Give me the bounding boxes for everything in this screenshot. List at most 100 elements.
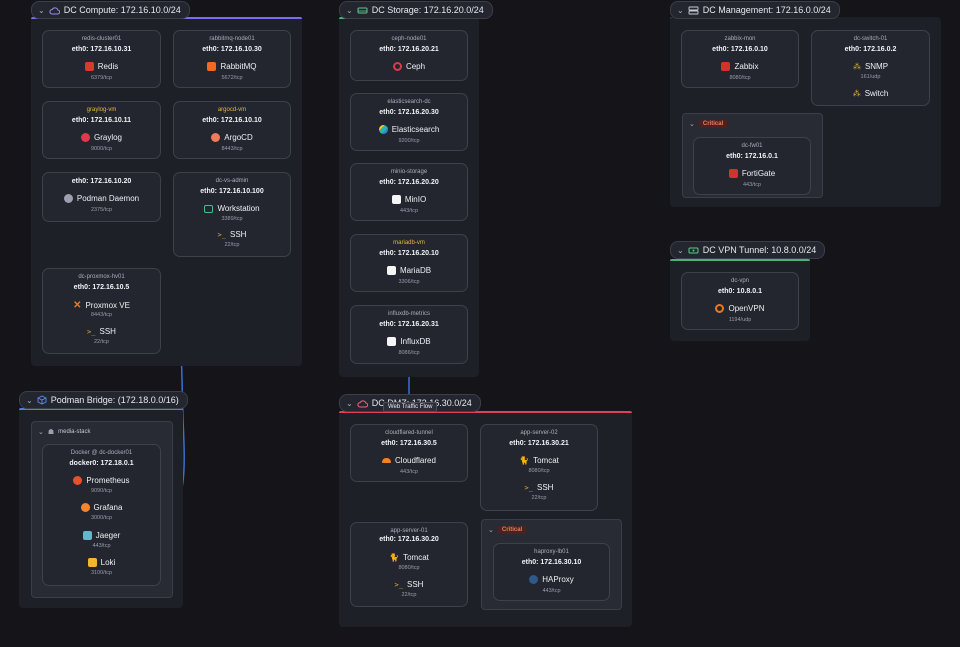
service-grafana[interactable]: Grafana <box>43 503 160 512</box>
node-ceph-node01[interactable]: ceph-node01 eth0: 172.16.20.21 Ceph <box>350 30 468 81</box>
chevron-down-icon[interactable]: ⌄ <box>38 6 45 15</box>
node-dc-proxmox-hv01[interactable]: dc-proxmox-hv01 eth0: 172.16.10.5 ✕ Proxm… <box>42 268 161 354</box>
zone-header-podman-bridge[interactable]: ⌄ Podman Bridge: (172.18.0.0/16) <box>19 391 188 409</box>
hostname: dc-vs-admin <box>215 178 249 184</box>
node-zabbix-mon[interactable]: zabbix-mon eth0: 172.16.0.10 Zabbix 8080… <box>681 30 799 88</box>
service-fortigate[interactable]: FortiGate <box>694 169 810 178</box>
ip-address: eth0: 172.16.20.21 <box>379 46 439 53</box>
node-graylog-vm[interactable]: graylog-vm eth0: 172.16.10.11 Graylog 90… <box>42 101 161 159</box>
service-cloudflared[interactable]: Cloudflared <box>351 456 467 465</box>
service-workstation[interactable]: Workstation <box>174 204 290 213</box>
chevron-down-icon[interactable]: ⌄ <box>346 6 353 15</box>
service-zabbix[interactable]: Zabbix <box>682 62 798 71</box>
hostname: influxdb-metrics <box>387 311 430 317</box>
ip-address: eth0: 172.16.30.20 <box>379 536 439 543</box>
node-podman-daemon[interactable]: eth0: 172.16.10.20 Podman Daemon 2375/tc… <box>42 172 161 222</box>
node-dc-fw01[interactable]: dc-fw01 eth0: 172.16.0.1 FortiGate 443/t… <box>693 137 811 195</box>
zone-header-dc-vpn[interactable]: ⌄ DC VPN Tunnel: 10.8.0.0/24 <box>670 241 826 259</box>
port: 2375/tcp <box>90 207 113 213</box>
service-label: SSH <box>99 327 116 336</box>
ip-address: eth0: 172.16.10.20 <box>71 178 132 185</box>
service-argocd[interactable]: ArgoCD <box>174 133 290 142</box>
server-icon <box>688 6 699 14</box>
service-podman[interactable]: Podman Daemon <box>43 194 160 203</box>
service-label: SSH <box>406 580 424 589</box>
chevron-down-icon[interactable]: ⌄ <box>689 120 695 128</box>
service-label: HAProxy <box>542 575 574 584</box>
service-ssh[interactable]: >_ SSH <box>174 230 290 239</box>
zone-title: DC Storage: 172.16.20.0/24 <box>371 5 484 15</box>
node-dc-vpn[interactable]: dc-vpn eth0: 10.8.0.1 OpenVPN 1194/udp <box>681 272 799 330</box>
service-tomcat[interactable]: 🐈 Tomcat <box>351 553 467 562</box>
zone-header-dc-storage[interactable]: ⌄ DC Storage: 172.16.20.0/24 <box>339 1 493 19</box>
service-label: ArgoCD <box>224 133 253 142</box>
service-elasticsearch[interactable]: Elasticsearch <box>351 125 467 134</box>
service-redis[interactable]: Redis <box>43 62 160 71</box>
chevron-down-icon[interactable]: ⌄ <box>488 526 494 534</box>
chevron-down-icon[interactable]: ⌄ <box>26 396 33 405</box>
service-loki[interactable]: Loki <box>43 558 160 567</box>
ip-address: eth0: 172.16.20.31 <box>379 321 439 328</box>
node-elasticsearch-dc[interactable]: elasticsearch-dc eth0: 172.16.20.30 Elas… <box>350 93 468 151</box>
chevron-down-icon[interactable]: ⌄ <box>346 399 353 408</box>
monitor-icon <box>204 204 214 213</box>
loki-icon <box>87 558 97 567</box>
node-app-server-01[interactable]: app-server-01 eth0: 172.16.30.20 🐈 Tomcat… <box>350 522 468 607</box>
grafana-icon <box>80 503 90 512</box>
node-rabbitmq-node01[interactable]: rabbitmq-node01 eth0: 172.16.10.30 Rabbi… <box>173 30 291 88</box>
ip-address: eth0: 172.16.30.10 <box>521 559 582 566</box>
service-switch[interactable]: ⁂ Switch <box>812 89 929 98</box>
zone-header-dc-management[interactable]: ⌄ DC Management: 172.16.0.0/24 <box>670 1 840 19</box>
jaeger-icon <box>82 531 92 540</box>
service-label: Prometheus <box>86 476 130 485</box>
tomcat-icon: 🐈 <box>389 553 400 562</box>
service-ceph[interactable]: Ceph <box>351 62 467 71</box>
port: 3389/tcp <box>221 216 243 222</box>
service-openvpn[interactable]: OpenVPN <box>682 304 798 313</box>
service-ssh[interactable]: >_ SSH <box>43 327 160 336</box>
chevron-down-icon[interactable]: ⌄ <box>677 246 684 255</box>
redis-icon <box>84 62 94 71</box>
service-tomcat[interactable]: 🐈 Tomcat <box>481 456 597 465</box>
service-haproxy[interactable]: HAProxy <box>494 575 609 584</box>
port: 8086/tcp <box>398 350 420 356</box>
chevron-down-icon[interactable]: ⌄ <box>38 428 44 436</box>
node-docker-dc-docker01[interactable]: Docker @ dc-docker01 docker0: 172.18.0.1… <box>42 444 161 586</box>
rabbitmq-icon <box>207 62 217 71</box>
hostname: cloudflared-tunnel <box>385 430 433 436</box>
service-ssh[interactable]: >_ SSH <box>481 483 597 492</box>
ip-address: eth0: 172.16.20.10 <box>379 250 439 257</box>
cloud-icon <box>357 399 368 407</box>
service-ssh[interactable]: >_ SSH <box>351 580 467 589</box>
group-label: ⌄ Critical <box>689 120 728 128</box>
service-label: SSH <box>536 483 554 492</box>
service-mariadb[interactable]: MariaDB <box>351 266 467 275</box>
service-graylog[interactable]: Graylog <box>43 133 160 142</box>
ip-address: eth0: 172.16.20.20 <box>379 179 439 186</box>
service-snmp[interactable]: ⁂ SNMP <box>812 62 929 71</box>
node-mariadb-vm[interactable]: mariadb-vm eth0: 172.16.20.10 MariaDB 33… <box>350 234 468 292</box>
hostname: ceph-node01 <box>391 36 427 42</box>
node-haproxy-lb01[interactable]: haproxy-lb01 eth0: 172.16.30.10 HAProxy … <box>493 543 610 601</box>
node-argocd-vm[interactable]: argocd-vm eth0: 172.16.10.10 ArgoCD 8443… <box>173 101 291 159</box>
node-redis-cluster01[interactable]: redis-cluster01 eth0: 172.16.10.31 Redis… <box>42 30 161 88</box>
node-dc-vs-admin[interactable]: dc-vs-admin eth0: 172.16.10.100 Workstat… <box>173 172 291 257</box>
node-influxdb-metrics[interactable]: influxdb-metrics eth0: 172.16.20.31 Infl… <box>350 305 468 364</box>
service-rabbitmq[interactable]: RabbitMQ <box>174 62 290 71</box>
chevron-down-icon[interactable]: ⌄ <box>677 6 684 15</box>
service-jaeger[interactable]: Jaeger <box>43 531 160 540</box>
fortigate-icon <box>728 169 738 178</box>
service-proxmox[interactable]: ✕ Proxmox VE <box>43 300 160 311</box>
service-influxdb[interactable]: InfluxDB <box>351 337 467 346</box>
zone-header-dc-compute[interactable]: ⌄ DC Compute: 172.16.10.0/24 <box>31 1 190 19</box>
service-prometheus[interactable]: Prometheus <box>43 476 160 485</box>
node-minio-storage[interactable]: minio-storage eth0: 172.16.20.20 MinIO 4… <box>350 163 468 221</box>
node-dc-switch-01[interactable]: dc-switch-01 eth0: 172.16.0.2 ⁂ SNMP 161/… <box>811 30 930 106</box>
service-label: SSH <box>229 230 247 239</box>
port: 9200/tcp <box>398 138 420 144</box>
node-cloudflared-tunnel[interactable]: cloudflared-tunnel eth0: 172.16.30.5 Clo… <box>350 424 468 482</box>
node-app-server-02[interactable]: app-server-02 eth0: 172.16.30.21 🐈 Tomcat… <box>480 424 598 511</box>
hostname: zabbix-mon <box>724 36 756 42</box>
critical-badge: Critical <box>698 120 728 128</box>
service-minio[interactable]: MinIO <box>351 195 467 204</box>
